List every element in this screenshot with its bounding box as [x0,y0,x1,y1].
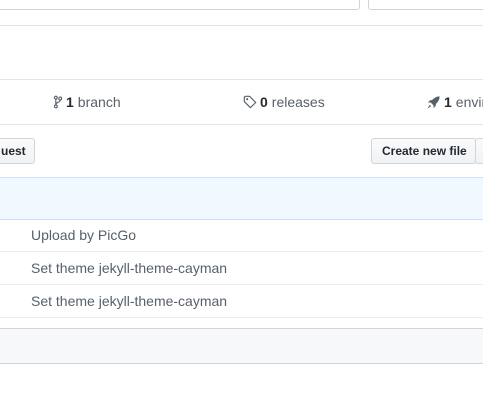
commit-message-link[interactable]: Set theme jekyll-theme-cayman [31,293,227,309]
releases-count: 0 [260,94,268,110]
file-row[interactable]: Set theme jekyll-theme-cayman [0,285,483,318]
repo-description-input[interactable] [0,0,360,10]
file-row[interactable]: Upload by PicGo [0,219,483,252]
branches-link[interactable]: 1 branch [53,80,121,124]
latest-commit-bar [0,177,483,220]
upload-files-button[interactable] [475,138,483,164]
environments-link[interactable]: 1 envir [426,80,483,124]
new-pull-request-label: uest [1,144,26,158]
file-row[interactable]: Set theme jekyll-theme-cayman [0,252,483,285]
environments-count: 1 [444,94,452,110]
readme-header [0,328,483,364]
create-new-file-label: Create new file [382,144,467,158]
releases-link[interactable]: 0 releases [243,80,325,124]
commit-message-link[interactable]: Set theme jekyll-theme-cayman [31,260,227,276]
branch-count: 1 [66,94,74,110]
git-branch-icon [53,95,63,109]
environments-label: envir [455,94,483,110]
repo-summary-bar: 1 branch 0 releases 1 envir [0,79,483,125]
tag-icon [243,95,257,109]
clone-button[interactable] [368,0,483,10]
new-pull-request-button[interactable]: uest [0,138,35,164]
commit-message-link[interactable]: Upload by PicGo [31,227,136,243]
branch-label: branch [77,94,121,110]
rocket-icon [426,95,441,110]
releases-label: releases [271,94,325,110]
create-new-file-button[interactable]: Create new file [371,138,476,164]
divider [0,25,483,26]
